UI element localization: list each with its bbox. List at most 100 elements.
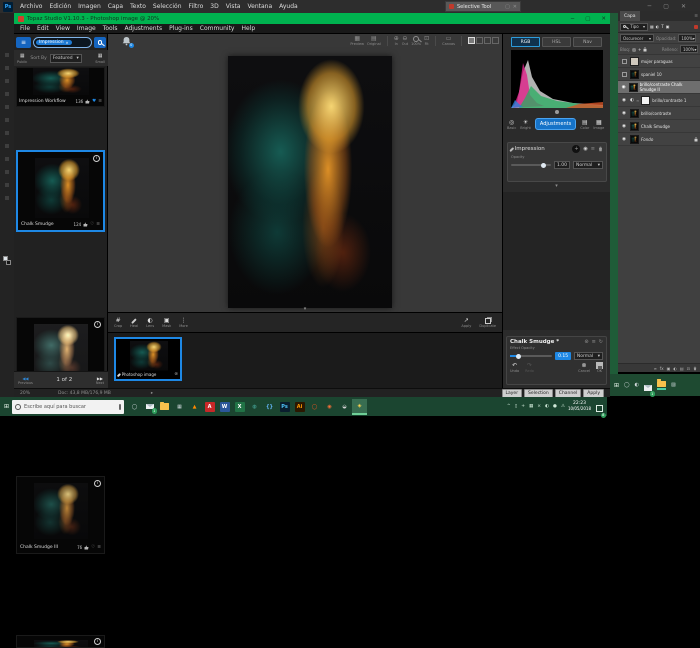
heal-tool-button[interactable]: Heal [130, 318, 138, 328]
previous-page-button[interactable]: ◀◀ Previous [18, 376, 33, 385]
taskbar-app-gimp[interactable]: ◒ [337, 399, 352, 415]
adjustments-button[interactable]: Adjustments [535, 118, 576, 130]
menu-plugins[interactable]: Plug-ins [169, 25, 193, 32]
taskbar-app-photos[interactable]: ▦ [172, 399, 187, 415]
taskbar-app-illustrator[interactable]: Ai [292, 399, 307, 415]
notification-bell-icon[interactable]: 0 [122, 36, 131, 46]
menu-edit[interactable]: Edit [37, 25, 49, 32]
filter-type-select[interactable]: Tipo▾ [620, 23, 648, 31]
effect-opacity-value[interactable]: 0.15 [555, 352, 570, 360]
taskbar-app-file-explorer-active[interactable] [657, 381, 666, 390]
taskbar-app-word[interactable]: W [217, 399, 232, 415]
cancel-button[interactable]: ⊗Cancel [578, 362, 590, 373]
favorite-icon[interactable]: ♥ [92, 99, 96, 104]
selective-tool-panel[interactable]: Selective Tool ▢ ✕ [445, 1, 521, 12]
layer-thumbnail[interactable] [630, 122, 639, 131]
menu-capa[interactable]: Capa [108, 3, 123, 10]
zoom-out-button[interactable]: ⊖Out [402, 35, 408, 46]
reset-icon[interactable]: ↻ [599, 339, 603, 345]
zoom-in-button[interactable]: ⊕In [394, 35, 399, 46]
menu-archivo[interactable]: Archivo [20, 3, 42, 10]
delete-layer-icon[interactable] [693, 366, 697, 371]
taskbar-app-code[interactable]: {} [262, 399, 277, 415]
public-button[interactable]: ▦ Public [17, 53, 27, 64]
preset-card[interactable]: i [16, 635, 105, 648]
tray-icon[interactable]: + [521, 404, 525, 409]
histogram-slider-handle[interactable] [555, 110, 559, 114]
zoom-100-button[interactable]: 100% [411, 36, 421, 46]
layer-thumbnail[interactable] [629, 83, 637, 92]
add-mask-icon[interactable]: ▣ [667, 366, 671, 371]
menu-image[interactable]: Image [77, 25, 96, 32]
layer-style-icon[interactable]: fx [660, 366, 664, 371]
taskbar-app-browser[interactable]: ◍ [247, 399, 262, 415]
tray-icon[interactable]: × [537, 404, 541, 409]
start-button[interactable]: ⊞ [614, 382, 619, 389]
lock-position-icon[interactable]: + [638, 47, 641, 52]
effect-blend-select[interactable]: Normal▾ [574, 352, 603, 360]
filter-toggle-icon[interactable] [694, 25, 698, 29]
preset-menu-icon[interactable]: ≡ [96, 222, 100, 227]
minimize-icon[interactable]: ─ [648, 3, 652, 10]
single-view-button[interactable] [468, 37, 475, 44]
blend-mode-select[interactable]: Normal▾ [573, 161, 603, 169]
tab-capa[interactable]: Capa [620, 11, 640, 21]
side-by-side-view-button[interactable] [484, 37, 491, 44]
panel-collapse-icon[interactable]: ▢ [505, 4, 510, 10]
layer-thumbnail[interactable] [630, 109, 639, 118]
layer-row[interactable]: spaniel 10 [618, 68, 700, 81]
taskbar-app-photoshop[interactable]: Ps [277, 399, 292, 415]
tray-icon[interactable]: ▯ [515, 404, 517, 409]
tool-icon[interactable] [5, 53, 9, 203]
cortana-button[interactable]: ◯ [624, 382, 630, 388]
layer-thumbnail[interactable] [630, 57, 639, 66]
color-button[interactable]: ▤Color [580, 119, 589, 130]
filter-shape-icon[interactable]: ▣ [666, 24, 670, 29]
original-button[interactable]: ▤Original [367, 35, 381, 46]
tray-icon[interactable]: ◐ [545, 404, 549, 409]
tray-icon[interactable]: ▦ [529, 404, 533, 409]
search-button[interactable] [94, 37, 106, 48]
taskbar-app-topaz-studio-active[interactable]: ◈ [352, 399, 367, 415]
search-input[interactable]: Impression✕ [33, 37, 92, 48]
favorite-icon[interactable]: ♡ [90, 222, 94, 227]
remove-icon[interactable]: ⊗ [174, 372, 178, 377]
restore-icon[interactable]: ▢ [663, 3, 669, 10]
close-icon[interactable]: ✕ [681, 3, 686, 10]
preset-card[interactable]: Impression Workflow 136 ♥ ≡ [16, 67, 105, 107]
layer-mask-thumbnail[interactable] [641, 96, 650, 105]
layer-row[interactable]: ◉ Fondo [618, 133, 700, 146]
opacity-select[interactable]: 100%▾ [678, 34, 696, 42]
info-icon[interactable]: i [93, 155, 100, 162]
trash-icon[interactable] [598, 146, 603, 152]
menu-ventana[interactable]: Ventana [247, 3, 272, 10]
visibility-eye-icon[interactable]: ◉ [622, 98, 626, 103]
start-button[interactable]: ⊞ [4, 403, 9, 410]
apply-button[interactable]: ↗Apply [461, 317, 471, 328]
info-icon[interactable]: i [94, 321, 101, 328]
layer-row[interactable]: ◉ brillo/contraste [618, 107, 700, 120]
info-icon[interactable]: i [94, 480, 101, 487]
redo-button[interactable]: ↷Redo [525, 362, 534, 373]
taskbar-app-file-explorer[interactable] [157, 399, 172, 415]
task-view-button[interactable]: ◐ [635, 382, 639, 388]
taskbar-app-mail[interactable]: 1 [644, 376, 652, 395]
new-group-icon[interactable]: ▤ [680, 366, 684, 371]
favorite-icon[interactable]: ♡ [91, 545, 95, 550]
taskbar-app-window[interactable]: ▨ [671, 382, 676, 388]
filter-adjustment-icon[interactable]: ◐ [656, 24, 660, 29]
minimize-icon[interactable]: ─ [571, 16, 574, 22]
tray-icon[interactable]: ● [553, 404, 557, 409]
tab-hsl[interactable]: HSL [542, 37, 571, 47]
taskbar-app-excel[interactable]: X [232, 399, 247, 415]
effect-opacity-slider[interactable] [510, 355, 552, 357]
taskbar-app-vlc[interactable]: ▲ [187, 399, 202, 415]
effect-menu-icon[interactable]: ≡ [592, 339, 596, 345]
menu-vista[interactable]: Vista [226, 3, 241, 10]
slider-knob[interactable] [516, 354, 521, 359]
ok-button[interactable]: OK [596, 362, 603, 373]
taskbar-app-cortana[interactable]: ◯ [127, 399, 142, 415]
mask-tool-button[interactable]: ▣Mask [162, 317, 171, 328]
sort-select[interactable]: Featured▾ [50, 54, 82, 63]
preset-card-selected[interactable]: i Chalk Smudge 124 ♡ ≡ [16, 150, 105, 232]
